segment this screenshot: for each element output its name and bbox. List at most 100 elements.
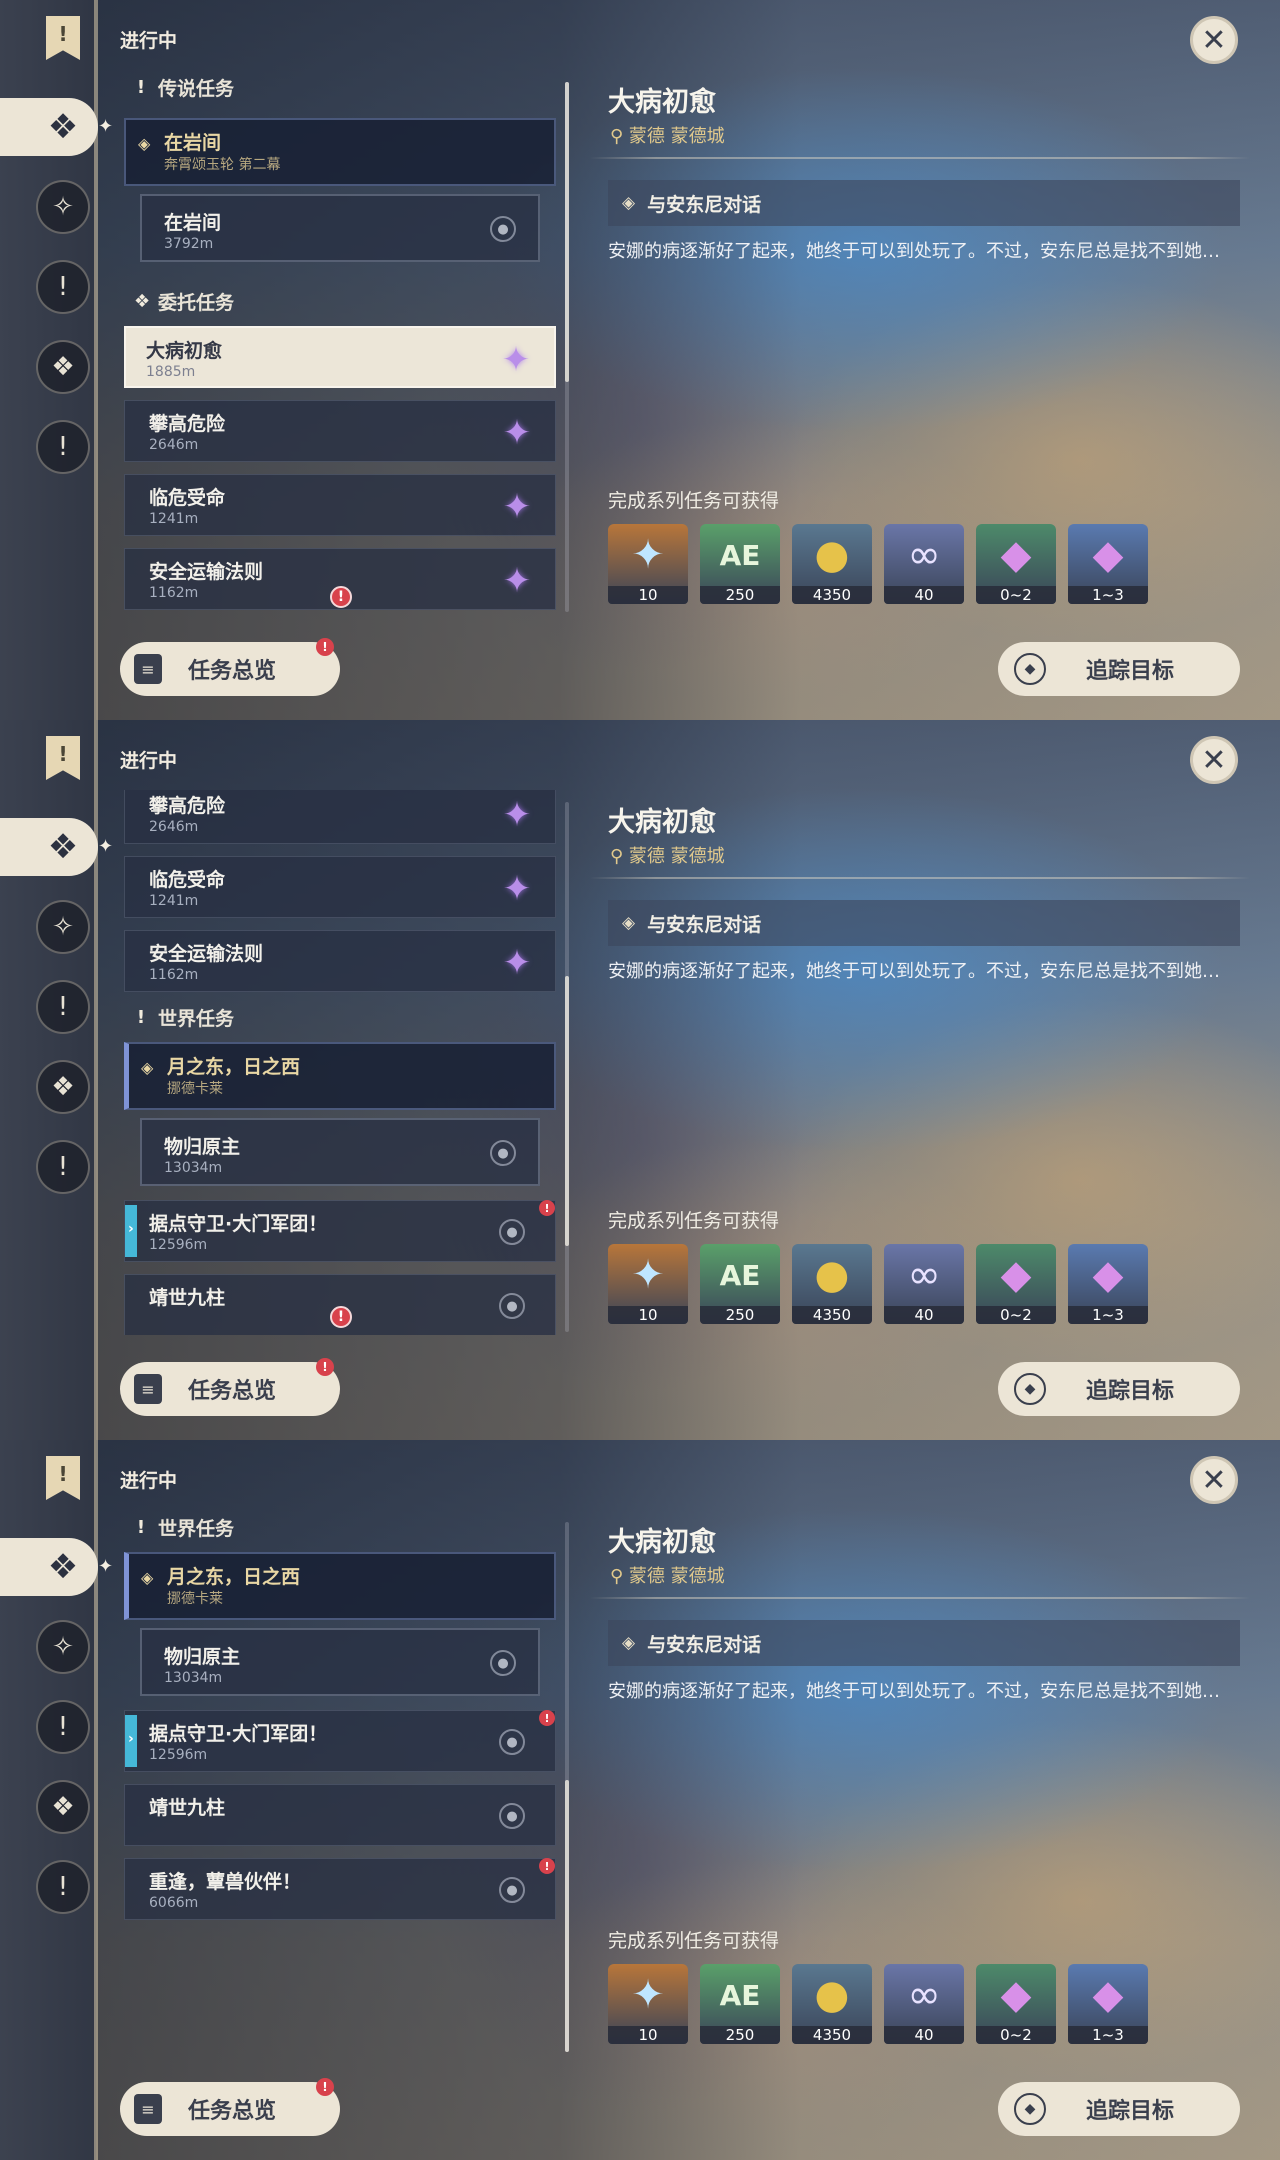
close-icon[interactable]: ✕ [1190, 736, 1238, 784]
reward-item[interactable]: ◆ 0~2 [976, 1244, 1056, 1324]
quest-overview-button[interactable]: ≡ 任务总览 ! [120, 638, 340, 696]
archon-quest-icon[interactable]: ✧ [36, 1620, 90, 1674]
quest-location: ⚲ 蒙德 蒙德城 [610, 846, 725, 867]
track-objective-button[interactable]: ◆ 追踪目标 [998, 1362, 1240, 1416]
quest-title: 大病初愈 [608, 87, 716, 118]
quest-overview-button[interactable]: ≡ 任务总览 ! [120, 2078, 340, 2136]
quest-item[interactable]: 攀高危险 2646m ✦ [124, 400, 556, 462]
reward-count: 10 [608, 2026, 688, 2044]
reward-count: 0~2 [976, 586, 1056, 604]
pin-icon: ⚲ [610, 846, 629, 867]
location-pin-icon[interactable]: ● [499, 1877, 525, 1903]
primogem-icon: ✦ [631, 1252, 665, 1298]
story-quest-icon[interactable]: ! [36, 1700, 90, 1754]
reward-item[interactable]: ◆ 1~3 [1068, 1244, 1148, 1324]
scroll-thumb[interactable] [565, 1780, 569, 2052]
commission-gem-icon: ✦ [502, 487, 532, 527]
reward-item[interactable]: ✦ 10 [608, 524, 688, 604]
quest-title: 大病初愈 [608, 1527, 716, 1558]
track-objective-button[interactable]: ◆ 追踪目标 [998, 2082, 1240, 2136]
reward-item[interactable]: ◆ 1~3 [1068, 1964, 1148, 2044]
reward-item[interactable]: ∞ 40 [884, 524, 964, 604]
archon-quest-icon[interactable]: ✧ [36, 900, 90, 954]
section-legend: ! 传说任务 [134, 72, 234, 102]
quest-overview-button[interactable]: ≡ 任务总览 ! [120, 1358, 340, 1416]
reward-item[interactable]: ● 4350 [792, 1244, 872, 1324]
crystal-cluster-icon: ◆ [1092, 532, 1124, 578]
close-icon[interactable]: ✕ [1190, 1456, 1238, 1504]
track-objective-button[interactable]: ◆ 追踪目标 [998, 642, 1240, 696]
location-pin-icon[interactable]: ● [499, 1219, 525, 1245]
quest-item[interactable]: 攀高危险 2646m ✦ [124, 790, 556, 844]
reward-item[interactable]: ∞ 40 [884, 1964, 964, 2044]
quest-item-selected[interactable]: 大病初愈 1885m ✦ [124, 326, 556, 388]
reward-item[interactable]: ∞ 40 [884, 1244, 964, 1324]
quest-item[interactable]: 重逢，蕈兽伙伴！ 6066m ● ! [124, 1858, 556, 1920]
mora-icon: ● [814, 1252, 850, 1298]
quest-item[interactable]: 临危受命 1241m ✦ [124, 474, 556, 536]
location-pin-icon[interactable]: ● [499, 1729, 525, 1755]
reward-item[interactable]: ◆ 1~3 [1068, 524, 1148, 604]
new-quest-alert-icon: ! [330, 586, 352, 608]
location-pin-icon[interactable]: ● [499, 1803, 525, 1829]
quest-item[interactable]: 据点守卫·大门军团！ 12596m ● ! [124, 1200, 556, 1262]
quest-item[interactable]: 安全运输法则 1162m ✦ [124, 930, 556, 992]
quest-parent-legend[interactable]: ◈ 在岩间 奔霄颂玉轮 第二幕 [124, 118, 556, 186]
story-quest-icon[interactable]: ! [36, 980, 90, 1034]
adventure-exp-icon: AE [719, 1978, 761, 2012]
quest-item[interactable]: 靖世九柱 ● [124, 1784, 556, 1846]
location-pin-icon[interactable]: ● [499, 1293, 525, 1319]
rewards-header: 完成系列任务可获得 [608, 1930, 780, 1952]
reward-item[interactable]: ● 4350 [792, 524, 872, 604]
reward-item[interactable]: ● 4350 [792, 1964, 872, 2044]
reward-count: 0~2 [976, 1306, 1056, 1324]
quest-location: ⚲ 蒙德 蒙德城 [610, 126, 725, 147]
world-quest-icon[interactable]: ❖ [36, 1780, 90, 1834]
scroll-thumb[interactable] [565, 976, 569, 1246]
reward-count: 250 [700, 1306, 780, 1324]
story-quest-icon[interactable]: ! [36, 260, 90, 314]
quest-parent-world[interactable]: ◈ 月之东，日之西 挪德卡莱 [124, 1042, 556, 1110]
reward-item[interactable]: ✦ 10 [608, 1244, 688, 1324]
quest-child-legend[interactable]: 在岩间 3792m ● [140, 194, 540, 262]
diamond-quest-icon[interactable]: ❖ [36, 820, 90, 874]
archon-quest-icon[interactable]: ✧ [36, 180, 90, 234]
world-quest-icon[interactable]: ❖ [36, 1060, 90, 1114]
reward-item[interactable]: AE 250 [700, 1964, 780, 2044]
rewards-header: 完成系列任务可获得 [608, 490, 780, 512]
alert-badge: ! [539, 1858, 555, 1874]
companionship-exp-icon: ∞ [907, 1252, 941, 1298]
reward-item[interactable]: ◆ 0~2 [976, 1964, 1056, 2044]
quest-item[interactable]: 临危受命 1241m ✦ [124, 856, 556, 918]
world-quest-icon[interactable]: ❖ [36, 340, 90, 394]
exclaim-icon: ! [136, 1006, 146, 1028]
location-pin-icon[interactable]: ● [490, 1140, 516, 1166]
alert-badge: ! [316, 638, 334, 656]
diamond-icon: ◈ [141, 1058, 154, 1077]
reward-count: 250 [700, 2026, 780, 2044]
primogem-icon: ✦ [631, 1972, 665, 2018]
diamond-quest-icon[interactable]: ❖ [36, 1540, 90, 1594]
quest-child-world[interactable]: 物归原主 13034m ● [140, 1118, 540, 1186]
diamond-quest-icon[interactable]: ❖ [36, 100, 90, 154]
rewards-row: ✦ 10 AE 250 ● 4350 ∞ 40 ◆ 0~2 ◆ 1~3 [608, 1964, 1148, 2044]
commission-icon: ❖ [134, 290, 151, 312]
reward-item[interactable]: AE 250 [700, 1244, 780, 1324]
reward-item[interactable]: AE 250 [700, 524, 780, 604]
daily-quest-icon[interactable]: ! [36, 1140, 90, 1194]
location-pin-icon[interactable]: ● [490, 1650, 516, 1676]
quest-child-world[interactable]: 物归原主 13034m ● [140, 1628, 540, 1696]
reward-item[interactable]: ✦ 10 [608, 1964, 688, 2044]
exclaim-icon: ! [136, 1516, 146, 1538]
close-icon[interactable]: ✕ [1190, 16, 1238, 64]
mora-icon: ● [814, 1972, 850, 2018]
quest-step: ◈ 与安东尼对话 [608, 1620, 1240, 1666]
daily-quest-icon[interactable]: ! [36, 1860, 90, 1914]
quest-parent-world[interactable]: ◈ 月之东，日之西 挪德卡莱 [124, 1552, 556, 1620]
scroll-thumb[interactable] [565, 82, 569, 382]
quest-item[interactable]: 据点守卫·大门军团！ 12596m ● ! [124, 1710, 556, 1772]
reward-item[interactable]: ◆ 0~2 [976, 524, 1056, 604]
alert-badge: ! [539, 1200, 555, 1216]
daily-quest-icon[interactable]: ! [36, 420, 90, 474]
location-pin-icon[interactable]: ● [490, 216, 516, 242]
